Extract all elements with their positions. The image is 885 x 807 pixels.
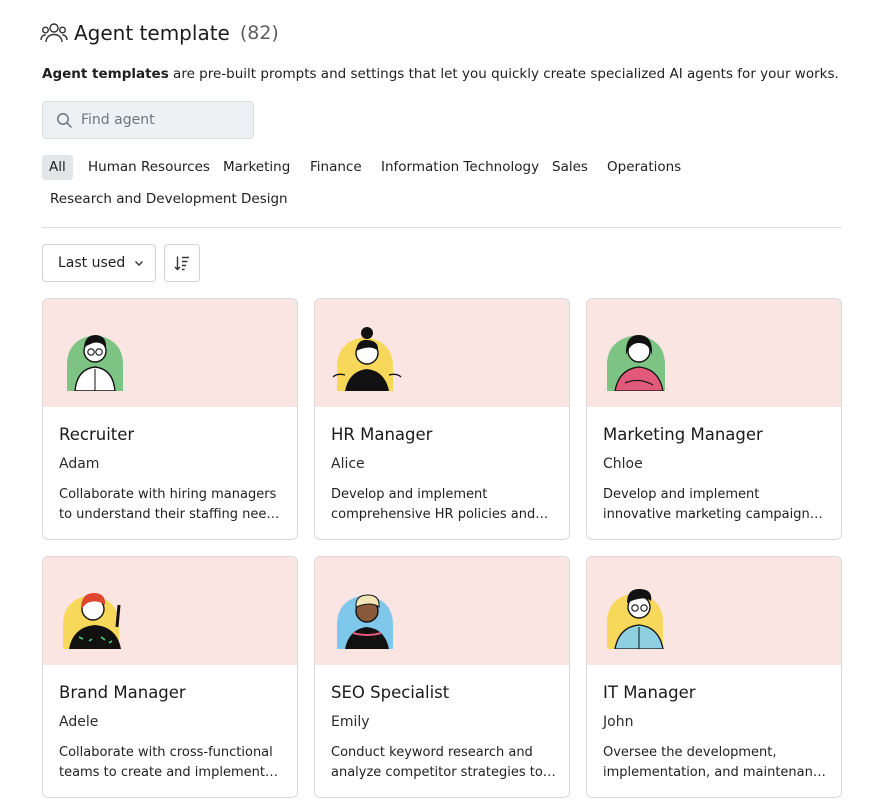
sort-order-icon	[174, 256, 189, 271]
sort-order-button[interactable]	[164, 244, 200, 282]
card-person: Chloe	[603, 456, 643, 472]
tab-all[interactable]: All	[42, 155, 73, 180]
card-title: IT Manager	[603, 683, 696, 702]
tab-design[interactable]: Design	[234, 187, 295, 212]
tab-operations[interactable]: Operations	[600, 155, 688, 180]
tab-marketing[interactable]: Marketing	[216, 155, 297, 180]
chevron-down-icon	[135, 261, 144, 266]
agent-card-marketing-manager[interactable]: Marketing Manager Chloe Develop and impl…	[586, 298, 842, 540]
agent-card-hr-manager[interactable]: HR Manager Alice Develop and implement c…	[314, 298, 570, 540]
card-description: Collaborate with hiring managers to unde…	[59, 487, 282, 522]
search-icon	[57, 112, 73, 128]
tab-information-technology[interactable]: Information Technology	[374, 155, 546, 180]
tab-finance[interactable]: Finance	[303, 155, 369, 180]
card-description: Collaborate with cross-functional teams …	[59, 745, 273, 780]
description-text: are pre-built prompts and settings that …	[168, 66, 839, 82]
agent-card-seo-specialist[interactable]: SEO Specialist Emily Conduct keyword res…	[314, 556, 570, 798]
page-header: Agent template (82)	[40, 20, 279, 46]
card-title: SEO Specialist	[331, 683, 450, 702]
card-title: HR Manager	[331, 425, 433, 444]
card-person: Emily	[331, 714, 370, 730]
card-person: John	[603, 714, 634, 730]
card-person: Alice	[331, 456, 365, 472]
brand-manager-avatar	[63, 593, 121, 649]
card-description: Develop and implement innovative marketi…	[603, 487, 817, 522]
search-input[interactable]	[81, 112, 241, 128]
sort-dropdown-value: Last used	[58, 255, 126, 271]
tab-human-resources[interactable]: Human Resources	[81, 155, 217, 180]
agent-card-it-manager[interactable]: IT Manager John Oversee the development,…	[586, 556, 842, 798]
it-manager-avatar	[607, 589, 664, 649]
agent-card-recruiter[interactable]: Recruiter Adam Collaborate with hiring m…	[42, 298, 298, 540]
description-bold: Agent templates	[42, 66, 169, 82]
card-person: Adam	[59, 456, 100, 472]
marketing-manager-avatar	[607, 335, 665, 391]
page-description: Agent templates are pre-built prompts an…	[42, 66, 839, 82]
page-title: Agent template	[74, 21, 230, 45]
people-icon	[40, 23, 68, 43]
tab-sales[interactable]: Sales	[545, 155, 595, 180]
recruiter-avatar	[67, 335, 123, 391]
card-description: Develop and implement comprehensive HR p…	[331, 487, 536, 522]
tab-research-and-development[interactable]: Research and Development	[43, 187, 244, 212]
divider	[42, 227, 842, 228]
card-title: Recruiter	[59, 425, 135, 444]
template-count: (82)	[239, 22, 279, 44]
sort-dropdown[interactable]: Last used	[42, 244, 156, 282]
agent-card-brand-manager[interactable]: Brand Manager Adele Collaborate with cro…	[42, 556, 298, 798]
card-title: Brand Manager	[59, 683, 186, 702]
search-box[interactable]	[42, 101, 254, 139]
hr-manager-avatar	[332, 327, 402, 391]
card-title: Marketing Manager	[603, 425, 763, 444]
card-person: Adele	[59, 714, 99, 730]
seo-specialist-avatar	[337, 594, 393, 649]
card-description: Oversee the development, implementation,…	[603, 745, 829, 780]
card-description: Conduct keyword research and analyze com…	[331, 745, 543, 780]
